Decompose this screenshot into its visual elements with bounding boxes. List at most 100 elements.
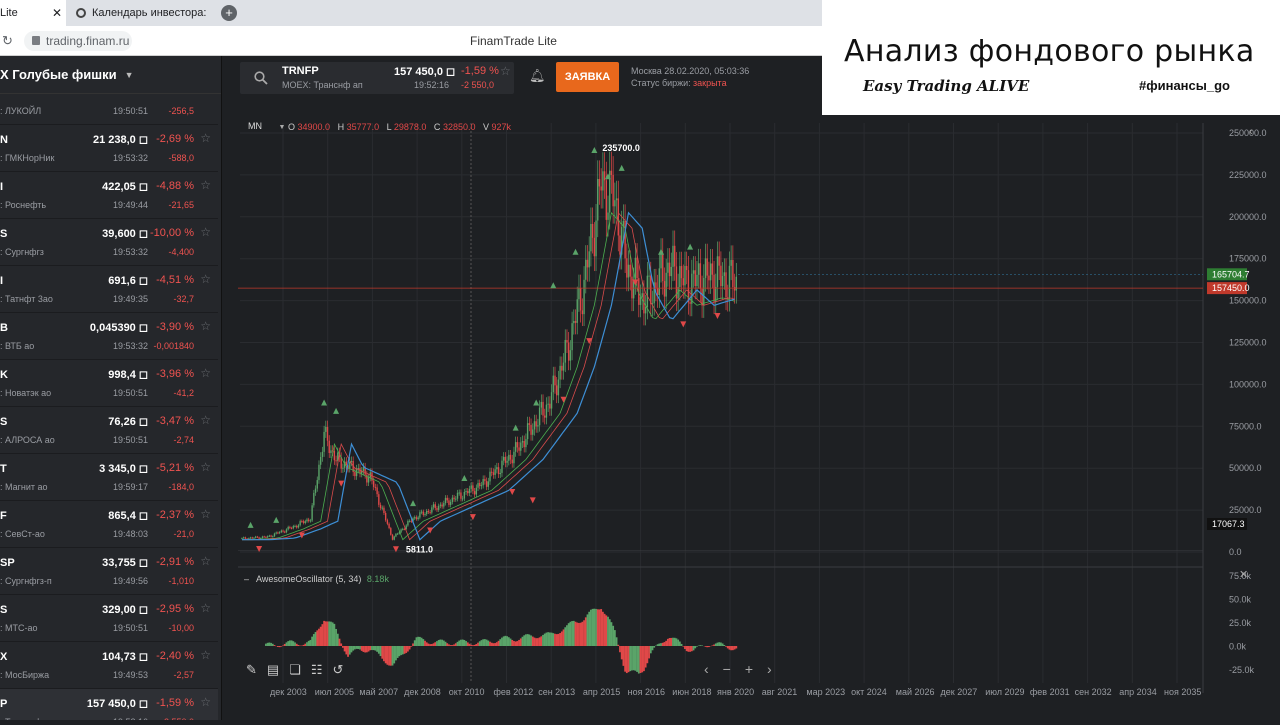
zoom-out-icon[interactable]: − [723, 661, 731, 677]
watchlist-row[interactable]: SP: Сургнфгз-п33,755 ◻19:49:56-2,91 %-1,… [0, 548, 218, 595]
row-change-pct: -2,69 % [156, 133, 194, 145]
candle-body [534, 421, 535, 429]
candle-body [518, 447, 519, 450]
oscillator-bar [316, 630, 318, 646]
oscillator-bar [588, 612, 590, 646]
star-icon[interactable]: ☆ [200, 131, 211, 145]
oscillator-bar [296, 644, 298, 646]
candle-body [515, 442, 516, 452]
watchlist-row[interactable]: X: МосБиржа104,73 ◻19:49:53-2,40 %-2,57☆ [0, 642, 218, 689]
close-icon[interactable]: ✕ [1239, 568, 1248, 581]
candle-body [383, 508, 384, 513]
star-icon[interactable]: ☆ [200, 319, 211, 333]
star-icon[interactable]: ☆ [200, 648, 211, 662]
star-icon[interactable]: ☆ [200, 507, 211, 521]
browser-tab[interactable]: Календарь инвестора: ди [66, 0, 216, 26]
tab-title: Lite [0, 7, 18, 19]
order-button[interactable]: ЗАЯВКА [556, 62, 619, 92]
chevron-down-icon[interactable]: ▼ [279, 124, 286, 131]
oscillator-bar [546, 633, 548, 646]
settings-icon[interactable]: ☷ [311, 662, 323, 678]
candle-body [467, 491, 468, 493]
close-icon[interactable]: ✕ [52, 6, 62, 20]
row-ticker: X [0, 651, 7, 663]
scroll-left-icon[interactable]: ‹ [704, 661, 709, 677]
star-icon[interactable]: ☆ [200, 413, 211, 427]
candle-body [698, 263, 699, 275]
browser-tab-active[interactable]: Lite ✕ [0, 0, 66, 26]
price-chart[interactable]: 235700.05811.0 250000.0225000.0200000.01… [238, 113, 1280, 720]
pencil-icon[interactable]: ✎ [246, 662, 257, 678]
candle-body [465, 491, 466, 492]
trash-icon[interactable]: ▤ [267, 662, 279, 678]
watchlist-row[interactable]: F: СевСт-ао865,4 ◻19:48:03-2,37 %-21,0☆ [0, 501, 218, 548]
new-tab-button[interactable]: + [221, 5, 237, 21]
instrument-search[interactable]: TRNFP MOEX: Транснф ап 157 450,0 ◻ 19:52… [240, 62, 514, 94]
star-icon[interactable]: ☆ [500, 64, 511, 78]
scroll-right-icon[interactable]: › [767, 661, 772, 677]
star-icon[interactable]: ☆ [200, 601, 211, 615]
star-icon[interactable]: ☆ [200, 272, 211, 286]
watchlist-row[interactable]: I: Роснефть422,05 ◻19:49:44-4,88 %-21,65… [0, 172, 218, 219]
oscillator-bar [325, 621, 327, 646]
timeframe-select[interactable]: MN ▼ [248, 121, 285, 131]
oscillator-bar [648, 646, 650, 658]
star-icon[interactable]: ☆ [200, 366, 211, 380]
star-icon[interactable]: ☆ [200, 460, 211, 474]
oscillator-bar [292, 641, 294, 646]
undo-icon[interactable]: ↺ [333, 662, 344, 678]
reload-icon[interactable]: ↻ [2, 33, 13, 49]
star-icon[interactable]: ☆ [200, 695, 211, 709]
star-icon[interactable]: ☆ [200, 554, 211, 568]
candle-body [380, 505, 381, 508]
candle-body [284, 532, 285, 533]
watchlist-row[interactable]: T: Магнит ао3 345,0 ◻19:59:17-5,21 %-184… [0, 454, 218, 501]
url-field[interactable]: trading.finam.ru [24, 31, 132, 51]
watchlist-row[interactable]: : ЛУКОЙЛ19:50:51-256,5 [0, 78, 218, 125]
oscillator-bar [481, 640, 483, 646]
watchlist-row[interactable]: P: Транснф ап157 450,0 ◻19:52:16-1,59 %-… [0, 689, 218, 720]
watchlist-row[interactable]: N: ГМКНорНик21 238,0 ◻19:53:32-2,69 %-58… [0, 125, 218, 172]
oscillator-bar [337, 634, 339, 646]
oscillator-bar [323, 621, 325, 646]
zoom-in-icon[interactable]: + [745, 661, 753, 677]
collapse-icon[interactable]: – [244, 574, 249, 584]
candle-body [270, 536, 271, 537]
oscillator-bar [479, 641, 481, 646]
layers-icon[interactable]: ❏ [289, 662, 301, 678]
search-icon[interactable] [254, 71, 268, 85]
star-icon[interactable]: ☆ [200, 178, 211, 192]
instrument-abs: -2 550,0 [461, 80, 494, 90]
candle-body [558, 380, 559, 396]
candle-body [241, 538, 242, 539]
oscillator-bar [534, 638, 536, 646]
watchlist-row[interactable]: B: ВТБ ао0,045390 ◻19:53:32-3,90 %-0,001… [0, 313, 218, 360]
watchlist-row[interactable]: S: АЛРОСА ао76,26 ◻19:50:51-3,47 %-2,74☆ [0, 407, 218, 454]
watchlist-row[interactable]: K: Новатэк ао998,4 ◻19:50:51-3,96 %-41,2… [0, 360, 218, 407]
star-icon[interactable]: ☆ [200, 225, 211, 239]
watchlist-row[interactable]: S: Сургнфгз39,600 ◻19:53:32-10,00 %-4,40… [0, 219, 218, 266]
watchlist-row[interactable]: I: Татнфт 3ао691,6 ◻19:49:35-4,51 %-32,7… [0, 266, 218, 313]
watchlist-row[interactable]: S: МТС-ао329,00 ◻19:50:51-2,95 %-10,00☆ [0, 595, 218, 642]
oscillator-bar [631, 646, 633, 670]
candle-body [580, 288, 581, 311]
candle-body [387, 520, 388, 524]
row-name: : ВТБ ао [0, 341, 34, 351]
alarm-bell-icon[interactable]: 🔔︎ [529, 68, 546, 84]
oscillator-bar [421, 638, 423, 646]
chart-panel[interactable]: 235700.05811.0 250000.0225000.0200000.01… [238, 113, 1280, 720]
oscillator-bar [410, 646, 412, 647]
candle-body [655, 282, 656, 288]
oscillator-bar [657, 644, 659, 646]
oscillator-bar [419, 637, 421, 646]
row-name: : АЛРОСА ао [0, 435, 55, 445]
candle-body [447, 498, 448, 500]
candle-body [686, 266, 687, 270]
row-change-abs: -32,7 [173, 294, 194, 304]
candle-body [335, 460, 336, 461]
oscillator-bar [398, 646, 400, 656]
collapse-arrow-icon[interactable]: ‹ [1249, 126, 1253, 138]
oscillator-bar [380, 646, 382, 656]
candle-body [450, 502, 451, 505]
candle-body [566, 340, 567, 343]
